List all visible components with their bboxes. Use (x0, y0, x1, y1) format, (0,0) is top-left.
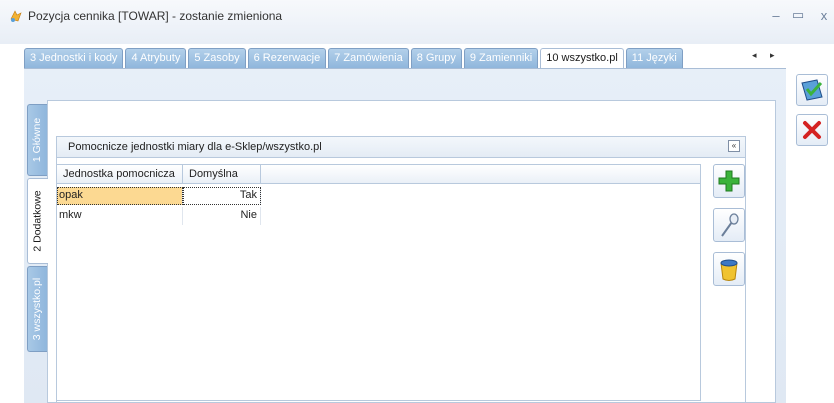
tab-zasoby[interactable]: 5 Zasoby (188, 48, 246, 68)
table-row[interactable]: opak Tak (57, 187, 261, 205)
vtab-dodatkowe[interactable]: 2 Dodatkowe (27, 178, 48, 264)
cell-default[interactable]: Nie (183, 207, 261, 225)
table-row[interactable]: mkw Nie (57, 207, 261, 225)
tab-zamienniki[interactable]: 9 Zamienniki (463, 48, 539, 68)
column-header-default[interactable]: Domyślna (183, 165, 261, 184)
add-button[interactable] (713, 164, 745, 198)
tab-rezerwacje[interactable]: 6 Rezerwacje (247, 48, 327, 68)
group-title: Pomocnicze jednostki miary dla e-Sklep/w… (68, 141, 322, 153)
tab-wszystko-pl[interactable]: 10 wszystko.pl (540, 48, 624, 68)
minimize-button[interactable]: – (766, 6, 786, 24)
tab-scroll-right-icon[interactable]: ▸ (770, 50, 775, 61)
vtab-glowne[interactable]: 1 Główne (27, 104, 47, 176)
save-button[interactable] (796, 74, 828, 106)
cell-unit[interactable]: opak (57, 187, 183, 205)
tab-zamowienia[interactable]: 7 Zamówienia (328, 48, 409, 68)
cancel-icon (803, 121, 821, 139)
delete-button[interactable] (713, 252, 745, 286)
close-button[interactable]: x (814, 6, 834, 24)
edit-button[interactable] (713, 208, 745, 242)
app-icon (9, 9, 23, 23)
collapse-button[interactable]: « (728, 140, 740, 152)
vtab-wszystko-pl-label: 3 wszystko.pl (31, 277, 44, 341)
cell-default[interactable]: Tak (183, 187, 261, 205)
tab-scroll-left-icon[interactable]: ◂ (752, 50, 757, 61)
tab-atrybuty[interactable]: 4 Atrybuty (125, 48, 187, 68)
column-header-unit[interactable]: Jednostka pomocnicza (57, 165, 183, 184)
vtab-dodatkowe-label: 2 Dodatkowe (32, 190, 45, 252)
cancel-button[interactable] (796, 114, 828, 146)
plus-icon (718, 170, 740, 192)
maximize-button[interactable]: ▭ (788, 6, 808, 24)
save-icon (801, 79, 823, 101)
tab-jednostki-i-kody[interactable]: 3 Jednostki i kody (24, 48, 124, 68)
trash-icon (720, 259, 738, 281)
cell-unit[interactable]: mkw (57, 207, 183, 225)
window-title: Pozycja cennika [TOWAR] - zostanie zmien… (28, 9, 283, 23)
tab-strip: 3 Jednostki i kody 4 Atrybuty 5 Zasoby 6… (24, 48, 683, 68)
tab-jezyki[interactable]: 11 Języki (625, 48, 683, 68)
edit-icon (721, 213, 739, 237)
vtab-wszystko-pl[interactable]: 3 wszystko.pl (27, 266, 47, 352)
tab-grupy[interactable]: 8 Grupy (410, 48, 462, 68)
grid-header: Jednostka pomocnicza Domyślna (57, 165, 700, 184)
vtab-glowne-label: 1 Główne (31, 117, 44, 163)
